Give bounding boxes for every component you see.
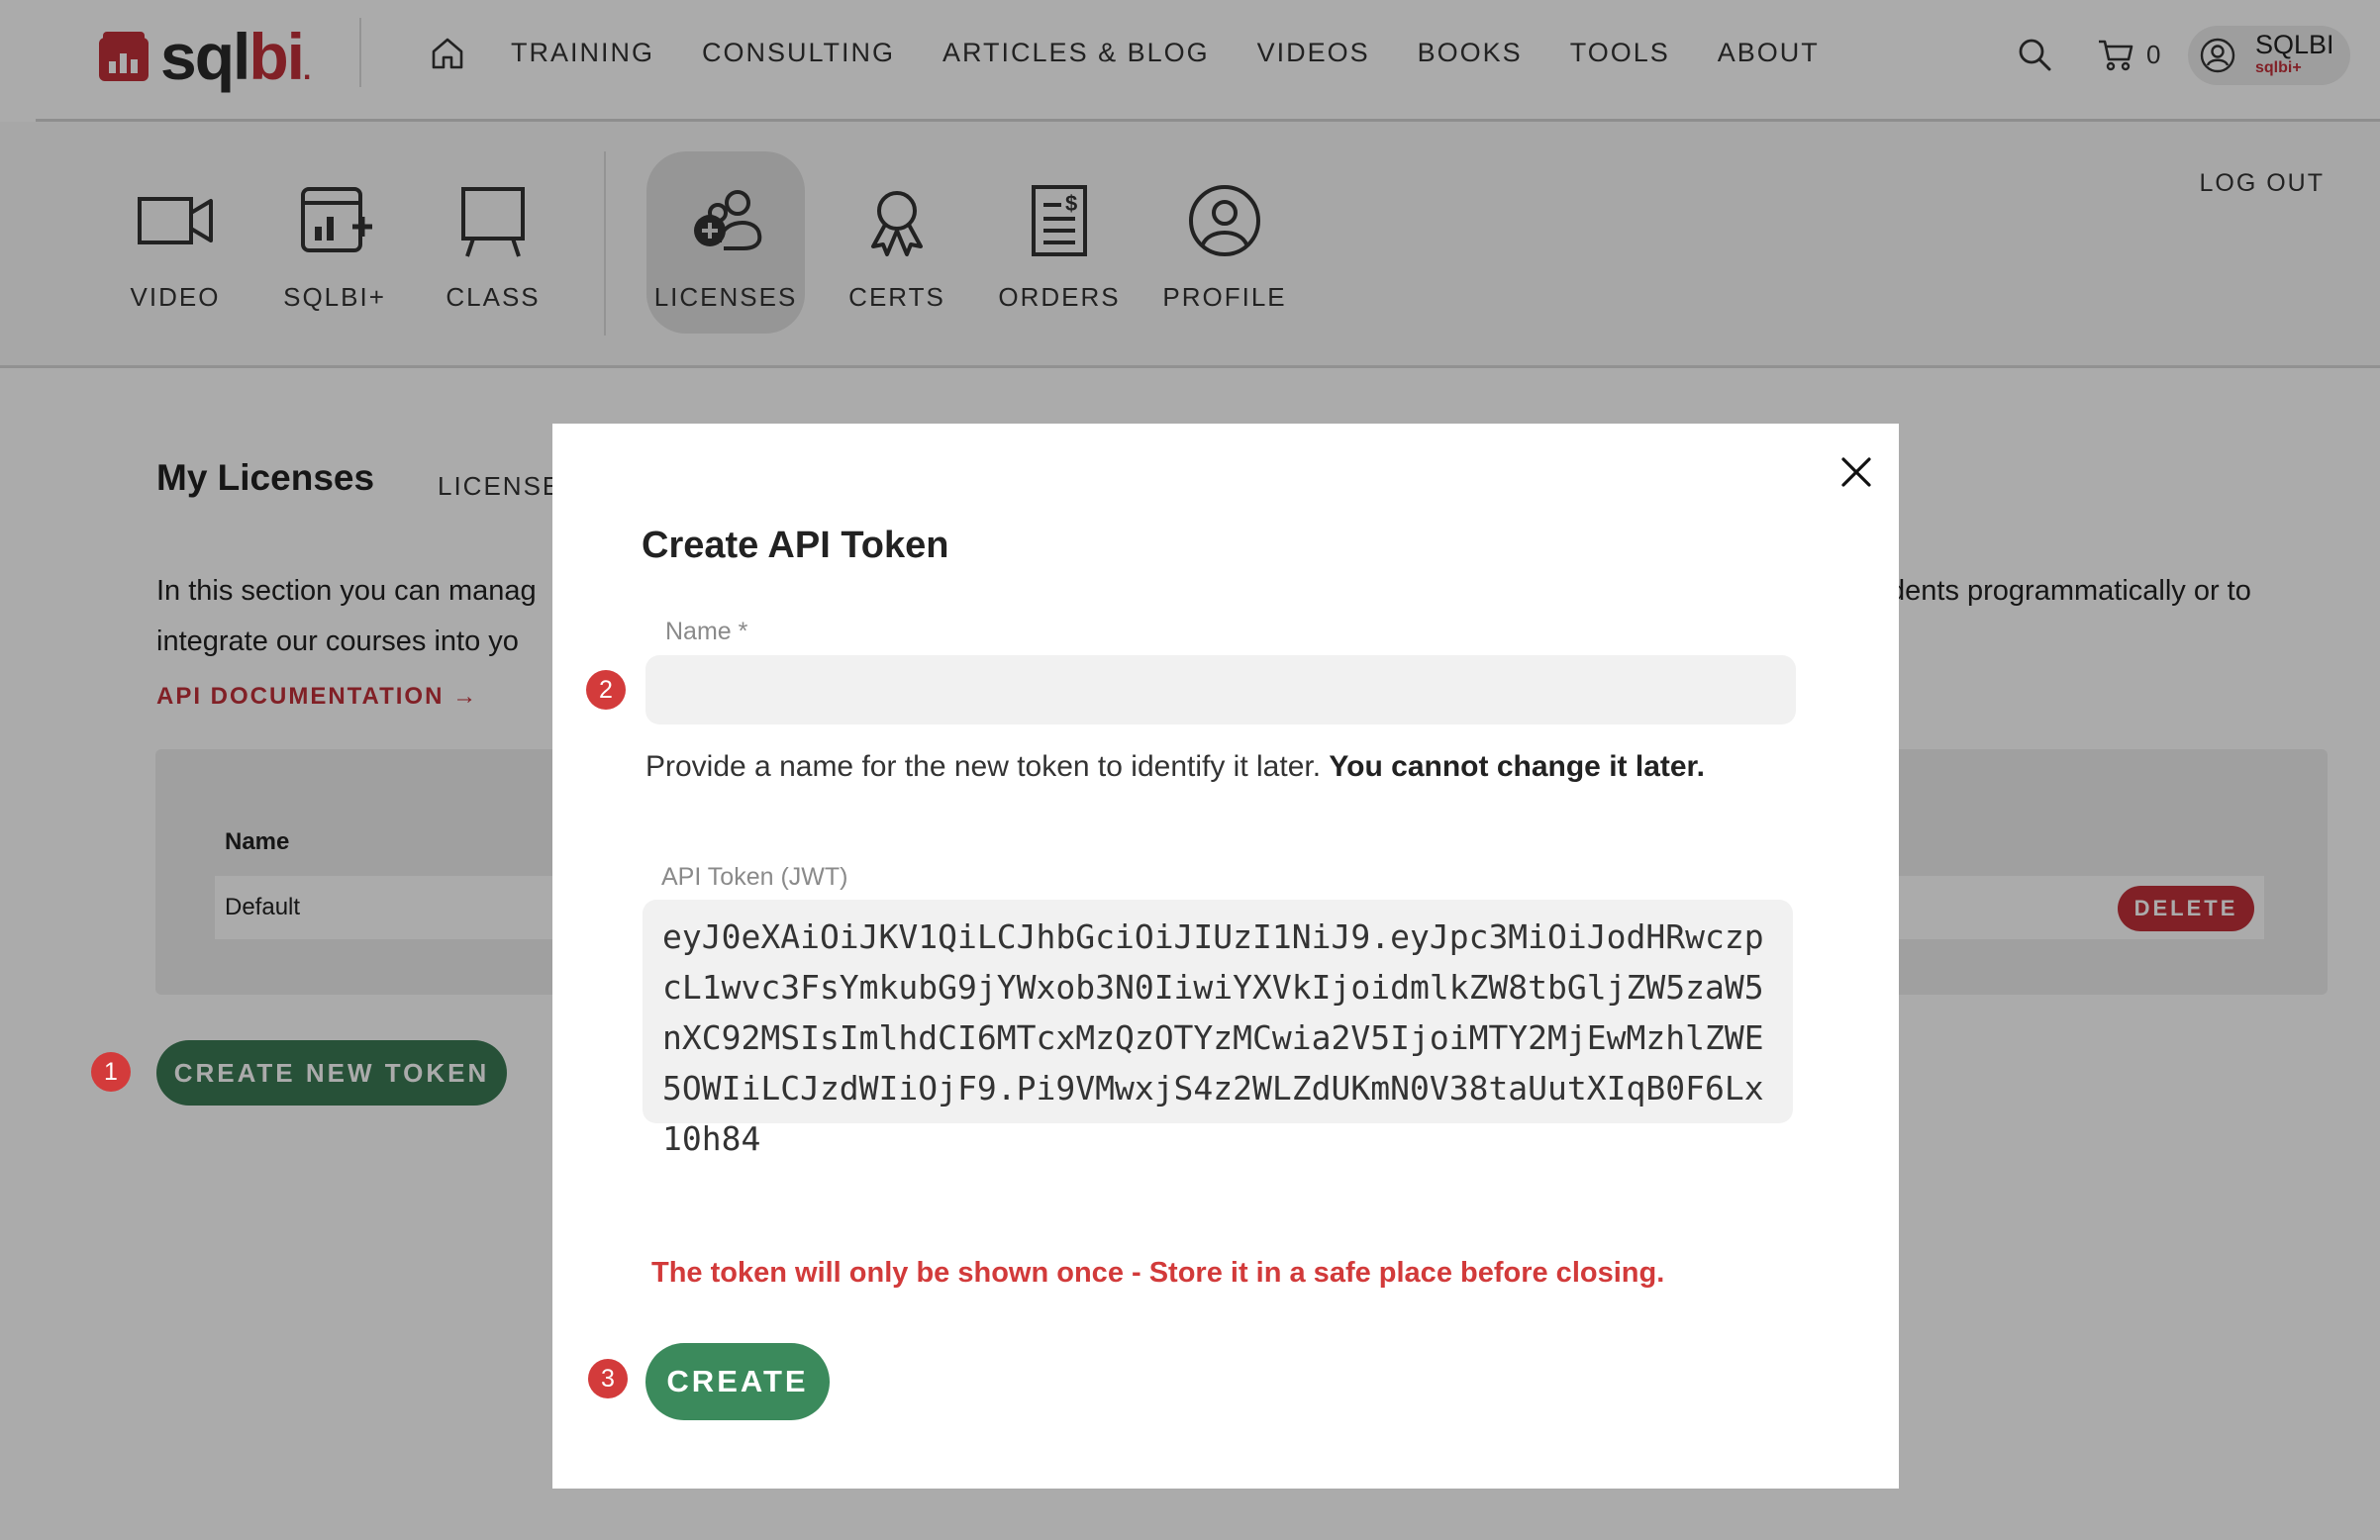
dialog-title: Create API Token	[642, 525, 949, 566]
name-help-bold: You cannot change it later.	[1329, 750, 1705, 783]
name-field-label: Name *	[665, 618, 748, 645]
create-button[interactable]: CREATE	[645, 1343, 830, 1420]
step-badge-3: 3	[588, 1359, 628, 1398]
step-badge-2: 2	[586, 670, 626, 710]
step-badge-1: 1	[91, 1052, 131, 1092]
name-help-plain: Provide a name for the new token to iden…	[645, 750, 1330, 783]
token-value: eyJ0eXAiOiJKV1QiLCJhbGciOiJIUzI1NiJ9.eyJ…	[662, 917, 1764, 1158]
token-textarea[interactable]: eyJ0eXAiOiJKV1QiLCJhbGciOiJIUzI1NiJ9.eyJ…	[643, 900, 1793, 1158]
token-name-input[interactable]	[645, 655, 1796, 724]
name-help-text: Provide a name for the new token to iden…	[645, 750, 1705, 784]
create-api-token-dialog: Create API Token Name * Provide a name f…	[552, 424, 1899, 1489]
close-icon[interactable]	[1837, 453, 1875, 491]
token-field-label: API Token (JWT)	[661, 863, 848, 891]
token-warning: The token will only be shown once - Stor…	[651, 1257, 1665, 1289]
